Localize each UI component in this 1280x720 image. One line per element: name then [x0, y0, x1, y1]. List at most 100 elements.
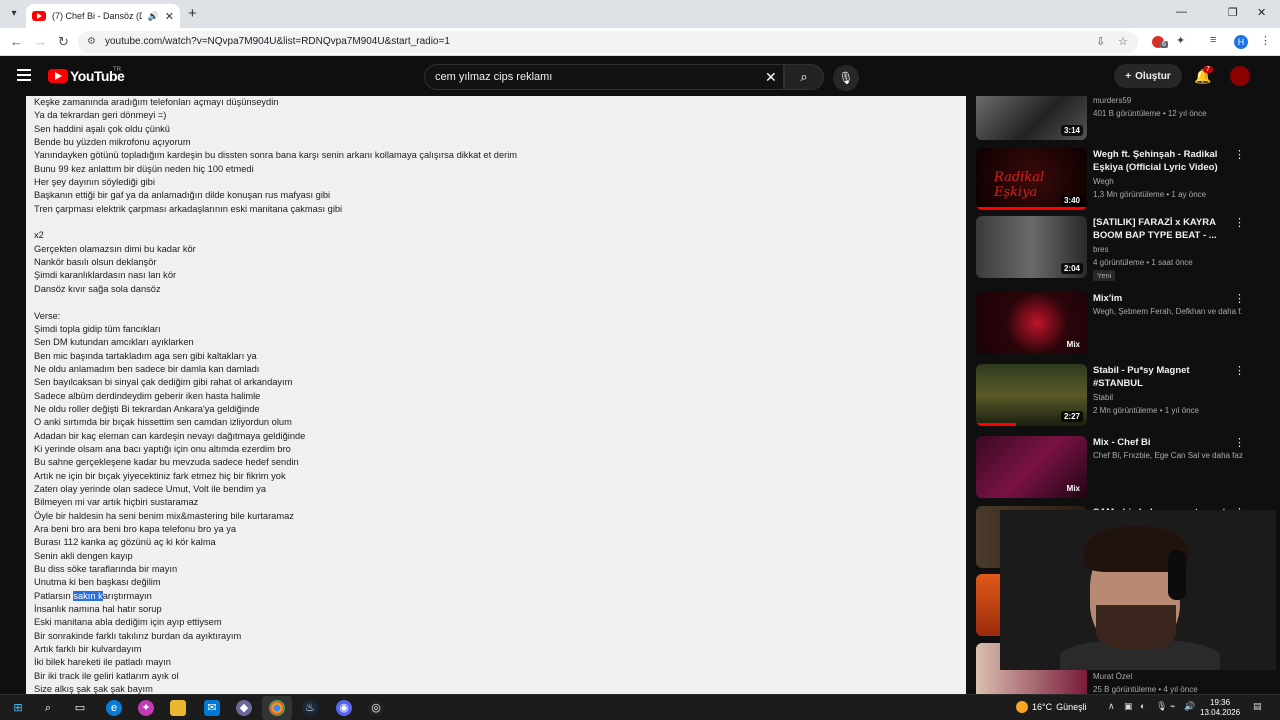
video-title[interactable]: Wegh ft. Şehinşah - Radikal Eşkiya (Offi… [1093, 148, 1233, 174]
video-thumbnail[interactable]: Radikal Eşkiya 3:40 [976, 148, 1087, 210]
minimize-icon[interactable]: — [1176, 6, 1187, 18]
extension-badge: 6 [1160, 41, 1168, 48]
notification-center-icon[interactable]: ▤ [1253, 701, 1262, 712]
video-title[interactable]: Stabil - Pu*sy Magnet #STANBUL [1093, 364, 1233, 390]
discord-icon[interactable]: ◉ [336, 700, 352, 716]
more-options-icon[interactable]: ⋮ [1234, 216, 1245, 229]
lyric-line: Artık farklı bir kulvardayım [34, 644, 142, 655]
network-icon[interactable]: ⌁ [1170, 701, 1175, 712]
reload-icon[interactable]: ↻ [58, 34, 69, 50]
extensions-puzzle-icon[interactable]: ✦ [1176, 34, 1185, 47]
obs-icon[interactable]: ◎ [368, 700, 384, 716]
channel-name: Wegh, Şebnem Ferah, Defkhan ve daha f... [1093, 307, 1243, 316]
close-tab-icon[interactable]: ✕ [165, 10, 174, 23]
more-options-icon[interactable]: ⋮ [1234, 148, 1245, 161]
audio-playing-icon[interactable]: 🔊 [148, 11, 159, 22]
chrome-icon[interactable] [269, 700, 285, 716]
watch-progress-bar [976, 207, 1087, 210]
more-options-icon[interactable]: ⋮ [1234, 436, 1245, 449]
video-thumbnail[interactable]: 3:14 [976, 96, 1087, 140]
channel-name: Chef Bi, Frxzbie, Ege Can Sal ve daha fa… [1093, 451, 1243, 460]
lyric-line: Bir sonrakinde farklı takılırız burdan d… [34, 630, 242, 641]
lyric-line: Size alkış şak şak şak bayım [34, 684, 153, 694]
tray-app-icon[interactable]: ▣ [1124, 701, 1133, 712]
windows-start-icon[interactable]: ⊞ [10, 700, 26, 716]
search-input[interactable]: cem yılmaz cips reklamı ✕ [424, 64, 784, 90]
recommended-mix[interactable]: Mix Mix'im Wegh, Şebnem Ferah, Defkhan v… [976, 292, 1266, 356]
browser-menu-icon[interactable]: ⋮ [1260, 34, 1271, 47]
system-clock[interactable]: 19:36 13.04.2026 [1200, 698, 1240, 718]
restore-icon[interactable]: ❐ [1228, 6, 1238, 19]
voice-search-button[interactable]: 🎙 [833, 65, 859, 91]
lyric-line: x2 [34, 230, 44, 241]
more-options-icon[interactable]: ⋮ [1234, 292, 1245, 305]
weather-widget[interactable]: 16°C Güneşli [1016, 701, 1087, 713]
browser-toolbar: ← → ↻ ⚙ youtube.com/watch?v=NQvpa7M904U&… [0, 28, 1280, 56]
lyric-line: Verse: [34, 310, 61, 321]
youtube-logo-icon[interactable] [48, 69, 68, 83]
install-app-icon[interactable]: ⇩ [1096, 35, 1105, 48]
browser-tab[interactable]: (7) Chef Bi - Dansöz (Diss S 🔊 ✕ [26, 4, 180, 28]
bookmark-star-icon[interactable]: ☆ [1118, 35, 1128, 48]
file-explorer-icon[interactable] [170, 700, 186, 716]
channel-name[interactable]: murders59 [1093, 96, 1243, 105]
tab-search-icon[interactable]: ▾ [6, 6, 22, 22]
site-info-icon[interactable]: ⚙ [87, 36, 96, 47]
lyric-line [34, 296, 958, 309]
steam-icon[interactable]: ♨ [302, 700, 318, 716]
video-thumbnail[interactable]: 2:27 [976, 364, 1087, 426]
reading-list-icon[interactable]: ≡ [1210, 34, 1216, 46]
search-query[interactable]: cem yılmaz cips reklamı [435, 71, 552, 83]
profile-avatar[interactable]: H [1234, 35, 1248, 49]
channel-name[interactable]: Wegh [1093, 177, 1243, 186]
edge-icon[interactable]: e [106, 700, 122, 716]
app-icon[interactable]: ◆ [236, 700, 252, 716]
forward-icon[interactable]: → [34, 34, 47, 49]
lyric-line [34, 216, 958, 229]
windows-taskbar: ⊞ ⌕ ▭ e ✦ ✉ ◆ ♨ ◉ ◎ 16°C Güneşli ∧ ▣ ◐ 🎙… [0, 694, 1280, 720]
lyric-line: Dansöz kıvır sağa sola dansöz [34, 283, 161, 294]
youtube-favicon-icon [32, 11, 46, 21]
new-tab-icon[interactable]: + [188, 5, 197, 22]
task-view-icon[interactable]: ▭ [72, 700, 88, 716]
video-thumbnail[interactable]: Mix [976, 292, 1087, 354]
video-thumbnail[interactable]: Mix [976, 436, 1087, 498]
video-title[interactable]: [SATILIK] FARAZİ x KAYRA BOOM BAP TYPE B… [1093, 216, 1233, 242]
recommended-video[interactable]: Radikal Eşkiya 3:40 Wegh ft. Şehinşah - … [976, 148, 1266, 212]
url-text[interactable]: youtube.com/watch?v=NQvpa7M904U&list=RDN… [105, 36, 450, 47]
clock-time: 19:36 [1210, 698, 1231, 707]
channel-name[interactable]: Murat Özel [1093, 672, 1243, 681]
mix-label: Mix [1066, 340, 1080, 349]
microphone-icon[interactable]: 🎙 [1156, 701, 1167, 712]
create-button[interactable]: + Oluştur [1114, 64, 1182, 88]
lyric-line: Ya da tekrardan geri dönmeyi =) [34, 110, 167, 121]
tray-app-icon[interactable]: ◐ [1140, 701, 1145, 711]
close-window-icon[interactable]: ✕ [1257, 6, 1266, 19]
recommended-video[interactable]: 2:04 [SATILIK] FARAZİ x KAYRA BOOM BAP T… [976, 216, 1266, 281]
volume-icon[interactable]: 🔊 [1184, 701, 1195, 712]
video-meta: 25 B görüntüleme • 4 yıl önce [1093, 685, 1198, 694]
video-title[interactable]: Mix - Chef Bi [1093, 436, 1233, 449]
search-icon[interactable]: ⌕ [40, 700, 56, 716]
tray-chevron-icon[interactable]: ∧ [1108, 701, 1115, 712]
search-button[interactable]: ⌕ [784, 64, 824, 90]
lyric-line: Şimdi topla gidip tüm fancıkları [34, 323, 161, 334]
channel-name[interactable]: Stabil [1093, 393, 1243, 402]
copilot-icon[interactable]: ✦ [138, 700, 154, 716]
account-avatar[interactable] [1230, 66, 1250, 86]
recommended-mix[interactable]: Mix Mix - Chef Bi Chef Bi, Frxzbie, Ege … [976, 436, 1266, 500]
video-title[interactable]: Mix'im [1093, 292, 1233, 305]
more-options-icon[interactable]: ⋮ [1234, 364, 1245, 377]
clear-search-icon[interactable]: ✕ [765, 69, 777, 86]
channel-name[interactable]: bres [1093, 245, 1243, 254]
video-thumbnail[interactable]: 2:04 [976, 216, 1087, 278]
recommended-video[interactable]: 2:27 Stabil - Pu*sy Magnet #STANBUL Stab… [976, 364, 1266, 428]
menu-hamburger-icon[interactable] [17, 69, 31, 81]
back-icon[interactable]: ← [10, 34, 23, 49]
lyric-line: Eski manitana abla dediğim için ayıp ett… [34, 617, 222, 628]
lyric-text: arıştırmayın [102, 590, 152, 601]
selected-text[interactable]: sakın k [73, 590, 103, 601]
address-bar[interactable]: ⚙ youtube.com/watch?v=NQvpa7M904U&list=R… [78, 31, 1138, 53]
lyric-line: Ne oldu anlamadım ben sadece bir damla k… [34, 363, 260, 374]
mail-icon[interactable]: ✉ [204, 700, 220, 716]
